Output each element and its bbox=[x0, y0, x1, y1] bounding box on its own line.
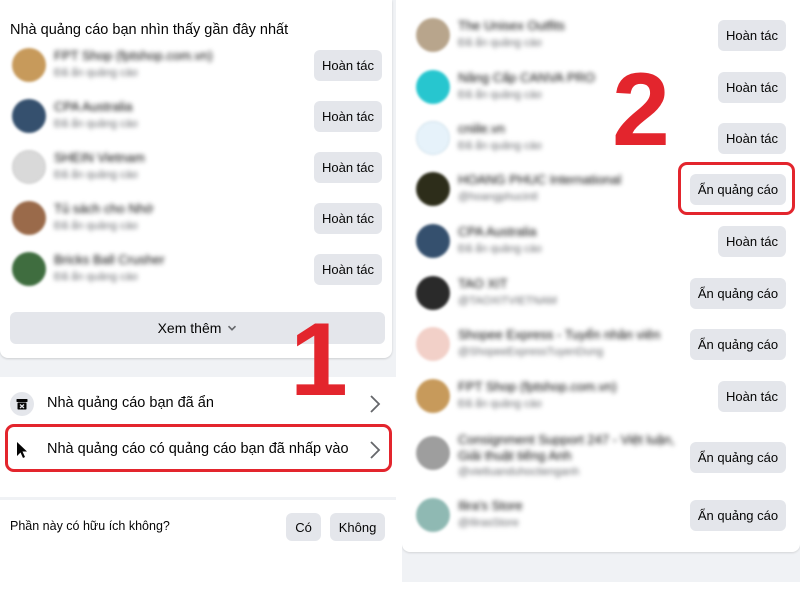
hide-ads-button[interactable]: Ẩn quảng cáo bbox=[690, 278, 786, 309]
left-panel: Nhà quảng cáo bạn nhìn thấy gần đây nhất… bbox=[0, 0, 396, 600]
undo-button[interactable]: Hoàn tác bbox=[314, 152, 382, 183]
advertiser-avatar bbox=[416, 276, 450, 310]
advertiser-name: Bricks Ball Crusher bbox=[54, 252, 165, 267]
chevron-down-icon bbox=[228, 325, 237, 331]
advertiser-row: TAO XIT @TAOXITVIETNAM Ẩn quảng cáo bbox=[402, 268, 800, 319]
undo-button[interactable]: Hoàn tác bbox=[314, 50, 382, 81]
advertiser-row: CPA Australia Đã ẩn quảng cáo Hoàn tác bbox=[0, 91, 392, 142]
advertiser-name: CPA Australia bbox=[458, 224, 537, 239]
card-title: Nhà quảng cáo bạn nhìn thấy gần đây nhất bbox=[10, 22, 289, 38]
advertiser-avatar bbox=[416, 224, 450, 258]
highlight-box-clicked-advertisers bbox=[5, 424, 392, 472]
undo-button[interactable]: Hoàn tác bbox=[718, 72, 786, 103]
undo-button[interactable]: Hoàn tác bbox=[718, 226, 786, 257]
advertiser-row: Bricks Ball Crusher Đã ẩn quảng cáo Hoàn… bbox=[0, 244, 392, 295]
advertiser-row: cniile.vn Đã ẩn quảng cáo Hoàn tác bbox=[402, 113, 800, 164]
advertiser-name: TAO XIT bbox=[458, 276, 508, 291]
advertiser-avatar bbox=[416, 18, 450, 52]
feedback-question: Phần này có hữu ích không? bbox=[10, 519, 170, 533]
advertiser-avatar bbox=[416, 379, 450, 413]
step-number-1: 1 bbox=[290, 302, 348, 418]
highlight-box-hide-ads-button bbox=[678, 162, 795, 215]
undo-button[interactable]: Hoàn tác bbox=[314, 101, 382, 132]
hide-ads-button[interactable]: Ẩn quảng cáo bbox=[690, 442, 786, 473]
advertiser-name: Nâng Cấp CANVA PRO bbox=[458, 70, 596, 85]
step-number-2: 2 bbox=[612, 52, 670, 168]
advertiser-avatar bbox=[416, 498, 450, 532]
advertiser-avatar bbox=[12, 48, 46, 82]
advertiser-status: Đã ẩn quảng cáo bbox=[458, 398, 542, 410]
advertiser-avatar bbox=[416, 436, 450, 470]
hidden-box-icon bbox=[10, 392, 34, 416]
advertiser-status: Đã ẩn quảng cáo bbox=[458, 140, 542, 152]
undo-button[interactable]: Hoàn tác bbox=[718, 381, 786, 412]
advertiser-status: Đã ẩn quảng cáo bbox=[458, 37, 542, 49]
advertiser-row: Shopee Express - Tuyển nhân viên @ShopeeE… bbox=[402, 319, 800, 370]
advertiser-row: Consignment Support 247 - Việt luận, Giả… bbox=[402, 428, 800, 479]
advertiser-status: Đã ẩn quảng cáo bbox=[54, 118, 138, 130]
advertiser-name: HOANG PHUC International bbox=[458, 172, 622, 187]
advertiser-status: Đã ẩn quảng cáo bbox=[54, 67, 138, 79]
advertiser-avatar bbox=[416, 121, 450, 155]
advertiser-row: Tủ sách cho Nhớ Đã ẩn quảng cáo Hoàn tác bbox=[0, 193, 392, 244]
advertiser-name: Ilira's Store bbox=[458, 498, 523, 513]
advertiser-avatar bbox=[12, 252, 46, 286]
advertiser-status: @ShopeeExpressTuyenDung bbox=[458, 346, 604, 358]
advertiser-status: @vietluanduhoctienganh bbox=[458, 466, 580, 478]
hide-ads-button[interactable]: Ẩn quảng cáo bbox=[690, 500, 786, 531]
advertiser-status: Đã ẩn quảng cáo bbox=[54, 271, 138, 283]
advertiser-row: Nâng Cấp CANVA PRO Đã ẩn quảng cáo Hoàn tá… bbox=[402, 62, 800, 113]
advertiser-status: @IlirasStore bbox=[458, 517, 519, 529]
advertiser-row: The Unisex Outfits Đã ẩn quảng cáo Hoàn tá… bbox=[402, 10, 800, 61]
see-more-label: Xem thêm bbox=[157, 320, 222, 336]
advertiser-name: cniile.vn bbox=[458, 121, 505, 136]
undo-button[interactable]: Hoàn tác bbox=[314, 254, 382, 285]
advertiser-name: FPT Shop (fptshop.com.vn) bbox=[54, 48, 213, 63]
advertiser-avatar bbox=[416, 172, 450, 206]
right-panel: The Unisex Outfits Đã ẩn quảng cáo Hoàn tá… bbox=[402, 0, 800, 600]
hide-ads-button[interactable]: Ẩn quảng cáo bbox=[690, 329, 786, 360]
advertiser-avatar bbox=[416, 327, 450, 361]
advertiser-row: SHEIN Vietnam Đã ẩn quảng cáo Hoàn tác bbox=[0, 142, 392, 193]
advertiser-name: CPA Australia bbox=[54, 99, 133, 114]
advertiser-name: The Unisex Outfits bbox=[458, 18, 565, 33]
feedback-card: Phần này có hữu ích không? Có Không bbox=[0, 500, 396, 600]
advertiser-status: Đã ẩn quảng cáo bbox=[54, 220, 138, 232]
undo-button[interactable]: Hoàn tác bbox=[314, 203, 382, 234]
advertiser-avatar bbox=[12, 150, 46, 184]
advertiser-row: FPT Shop (fptshop.com.vn) Đã ẩn quảng cá… bbox=[0, 40, 392, 91]
advertiser-row: CPA Australia Đã ẩn quảng cáo Hoàn tác bbox=[402, 216, 800, 267]
clicked-advertisers-card: The Unisex Outfits Đã ẩn quảng cáo Hoàn tá… bbox=[402, 0, 800, 552]
advertiser-avatar bbox=[12, 201, 46, 235]
advertiser-avatar bbox=[416, 70, 450, 104]
advertiser-row: Ilira's Store @IlirasStore Ẩn quảng cáo bbox=[402, 490, 800, 541]
undo-button[interactable]: Hoàn tác bbox=[718, 20, 786, 51]
advertiser-name: SHEIN Vietnam bbox=[54, 150, 145, 165]
advertiser-name: Consignment Support 247 - Việt luận, Giả… bbox=[458, 432, 675, 463]
advertiser-name: Shopee Express - Tuyển nhân viên bbox=[458, 327, 661, 342]
no-button[interactable]: Không bbox=[330, 513, 385, 541]
advertiser-status: @TAOXITVIETNAM bbox=[458, 295, 557, 307]
advertiser-row: FPT Shop (fptshop.com.vn) Đã ẩn quảng cáo… bbox=[402, 371, 800, 422]
advertiser-avatar bbox=[12, 99, 46, 133]
advertiser-status: Đã ẩn quảng cáo bbox=[54, 169, 138, 181]
advertiser-status: Đã ẩn quảng cáo bbox=[458, 89, 542, 101]
undo-button[interactable]: Hoàn tác bbox=[718, 123, 786, 154]
chevron-right-icon bbox=[370, 395, 381, 413]
yes-button[interactable]: Có bbox=[286, 513, 321, 541]
nav-item-label: Nhà quảng cáo bạn đã ẩn bbox=[47, 395, 214, 411]
advertiser-name: Tủ sách cho Nhớ bbox=[54, 201, 154, 216]
advertiser-status: Đã ẩn quảng cáo bbox=[458, 243, 542, 255]
advertiser-name: FPT Shop (fptshop.com.vn) bbox=[458, 379, 617, 394]
advertiser-status: @hoangphucintl bbox=[458, 191, 538, 203]
bottom-strip bbox=[402, 582, 800, 600]
